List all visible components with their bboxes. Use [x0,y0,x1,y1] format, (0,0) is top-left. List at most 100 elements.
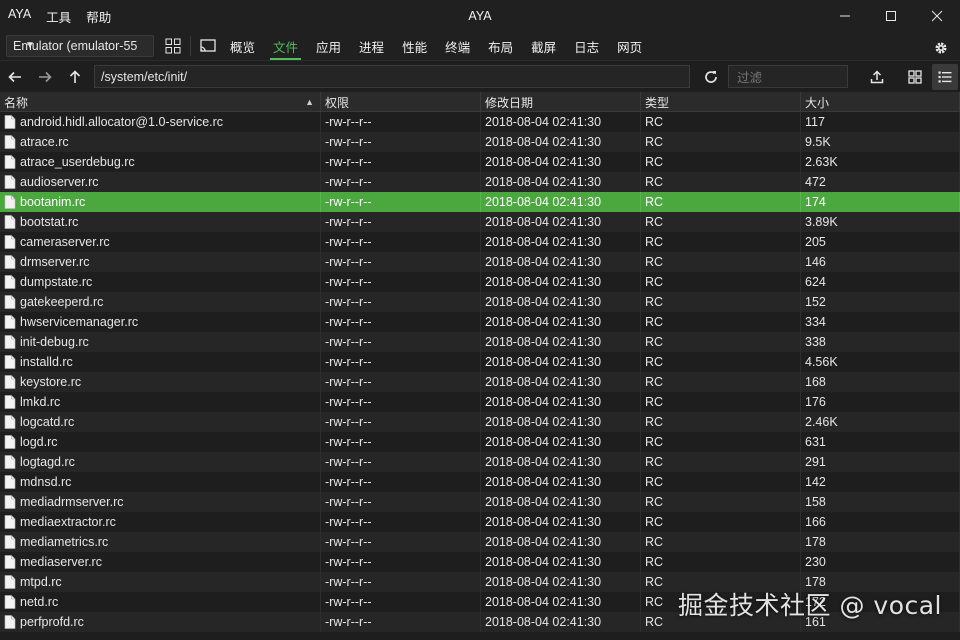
table-row[interactable]: mediadrmserver.rc -rw-r--r-- 2018-08-04 02… [0,492,960,512]
table-row[interactable]: android.hidl.allocator@1.0-service.rc -rw… [0,112,960,132]
menu-aya[interactable]: AYA [8,7,31,26]
file-modified-text: 2018-08-04 02:41:30 [485,395,602,409]
column-header-modified[interactable]: 修改日期 [481,92,641,112]
tab-screenshot[interactable]: 截屏 [522,32,565,60]
column-header-name[interactable]: 名称 ▲ [0,92,321,112]
table-row[interactable]: gatekeeperd.rc -rw-r--r-- 2018-08-04 02:41… [0,292,960,312]
up-button[interactable] [60,63,90,91]
cell-file-permissions: -rw-r--r-- [321,192,481,212]
file-permissions-text: -rw-r--r-- [325,175,372,189]
table-row[interactable]: audioserver.rc -rw-r--r-- 2018-08-04 02:41… [0,172,960,192]
tab-terminal[interactable]: 终端 [436,32,479,60]
file-type-text: RC [645,235,664,249]
upload-button[interactable] [864,64,890,90]
cell-file-modified: 2018-08-04 02:41:30 [481,172,641,192]
cell-file-type: RC [641,432,801,452]
cell-file-modified: 2018-08-04 02:41:30 [481,512,641,532]
file-type-text: RC [645,375,664,389]
file-permissions-text: -rw-r--r-- [325,615,372,629]
device-grid-button[interactable] [160,33,186,59]
column-header-label: 类型 [645,95,670,110]
file-type-text: RC [645,135,664,149]
table-row[interactable]: mediaserver.rc -rw-r--r-- 2018-08-04 02:41… [0,552,960,572]
tab-apps[interactable]: 应用 [307,32,350,60]
table-row[interactable]: mdnsd.rc -rw-r--r-- 2018-08-04 02:41:30 RC 1… [0,472,960,492]
column-header-size[interactable]: 大小 [801,92,960,112]
cell-file-name: gatekeeperd.rc [0,292,321,312]
cell-file-name: mediadrmserver.rc [0,492,321,512]
cell-file-modified: 2018-08-04 02:41:30 [481,152,641,172]
filter-input[interactable]: 过滤 [728,65,848,88]
table-row[interactable]: installd.rc -rw-r--r-- 2018-08-04 02:41:30… [0,352,960,372]
cell-file-permissions: -rw-r--r-- [321,212,481,232]
file-size-text: 146 [805,255,826,269]
tab-layout[interactable]: 布局 [479,32,522,60]
cell-file-modified: 2018-08-04 02:41:30 [481,572,641,592]
table-row[interactable]: hwservicemanager.rc -rw-r--r-- 2018-08-04 … [0,312,960,332]
path-input[interactable]: /system/etc/init/ [94,65,690,88]
device-select[interactable]: Emulator (emulator-5554) ▼ [6,35,154,57]
column-header-permissions[interactable]: 权限 [321,92,481,112]
close-button[interactable] [914,0,960,32]
cell-file-type: RC [641,212,801,232]
back-button[interactable] [0,63,30,91]
minimize-button[interactable] [822,0,868,32]
table-row[interactable]: keystore.rc -rw-r--r-- 2018-08-04 02:41:30… [0,372,960,392]
file-permissions-text: -rw-r--r-- [325,575,372,589]
cell-file-modified: 2018-08-04 02:41:30 [481,432,641,452]
cell-file-permissions: -rw-r--r-- [321,372,481,392]
table-row[interactable]: logcatd.rc -rw-r--r-- 2018-08-04 02:41:30 R… [0,412,960,432]
file-icon [4,535,16,549]
cell-file-permissions: -rw-r--r-- [321,172,481,192]
table-row[interactable]: atrace_userdebug.rc -rw-r--r-- 2018-08-04 … [0,152,960,172]
table-row[interactable]: cameraserver.rc -rw-r--r-- 2018-08-04 02:4… [0,232,960,252]
table-row[interactable]: mediaextractor.rc -rw-r--r-- 2018-08-04 02… [0,512,960,532]
cell-file-permissions: -rw-r--r-- [321,572,481,592]
grid-view-button[interactable] [902,64,928,90]
menu-tools[interactable]: 工具 [46,7,71,26]
file-size-text: 168 [805,375,826,389]
cell-file-type: RC [641,412,801,432]
chevron-down-icon: ▼ [25,40,35,51]
tab-processes[interactable]: 进程 [350,32,393,60]
cell-file-modified: 2018-08-04 02:41:30 [481,112,641,132]
settings-button[interactable] [928,35,954,61]
table-row[interactable]: logd.rc -rw-r--r-- 2018-08-04 02:41:30 RC 63… [0,432,960,452]
tab-files[interactable]: 文件 [264,32,307,60]
file-type-text: RC [645,255,664,269]
cell-file-permissions: -rw-r--r-- [321,112,481,132]
table-row[interactable]: mediametrics.rc -rw-r--r-- 2018-08-04 02:4… [0,532,960,552]
column-header-type[interactable]: 类型 [641,92,801,112]
table-row[interactable]: logtagd.rc -rw-r--r-- 2018-08-04 02:41:30 R… [0,452,960,472]
table-row[interactable]: lmkd.rc -rw-r--r-- 2018-08-04 02:41:30 RC 17… [0,392,960,412]
file-permissions-text: -rw-r--r-- [325,415,372,429]
column-header-label: 大小 [805,95,830,110]
cell-file-name: keystore.rc [0,372,321,392]
cell-file-name: cameraserver.rc [0,232,321,252]
list-view-button[interactable] [932,64,958,90]
tab-overview[interactable]: 概览 [221,32,264,60]
table-row[interactable]: atrace.rc -rw-r--r-- 2018-08-04 02:41:30 RC… [0,132,960,152]
file-name-text: mediaserver.rc [20,555,102,569]
file-type-text: RC [645,175,664,189]
table-row[interactable]: drmserver.rc -rw-r--r-- 2018-08-04 02:41:3… [0,252,960,272]
refresh-button[interactable] [698,64,724,90]
menu-help[interactable]: 帮助 [86,7,111,26]
tab-performance[interactable]: 性能 [393,32,436,60]
cell-file-permissions: -rw-r--r-- [321,132,481,152]
tab-webpage[interactable]: 网页 [608,32,651,60]
table-row[interactable]: bootstat.rc -rw-r--r-- 2018-08-04 02:41:30… [0,212,960,232]
maximize-button[interactable] [868,0,914,32]
cell-file-size: 3.89K [801,212,960,232]
arrow-left-icon [8,71,21,82]
screencast-button[interactable] [195,33,221,59]
table-row[interactable]: dumpstate.rc -rw-r--r-- 2018-08-04 02:41:3… [0,272,960,292]
table-row[interactable]: init-debug.rc -rw-r--r-- 2018-08-04 02:41:… [0,332,960,352]
table-row[interactable]: bootanim.rc -rw-r--r-- 2018-08-04 02:41:30… [0,192,960,212]
window-controls [822,0,960,32]
cell-file-modified: 2018-08-04 02:41:30 [481,352,641,372]
file-permissions-text: -rw-r--r-- [325,395,372,409]
tab-bar: 概览 文件 应用 进程 性能 终端 布局 截屏 日志 网页 [221,32,651,60]
forward-button[interactable] [30,63,60,91]
tab-logs[interactable]: 日志 [565,32,608,60]
